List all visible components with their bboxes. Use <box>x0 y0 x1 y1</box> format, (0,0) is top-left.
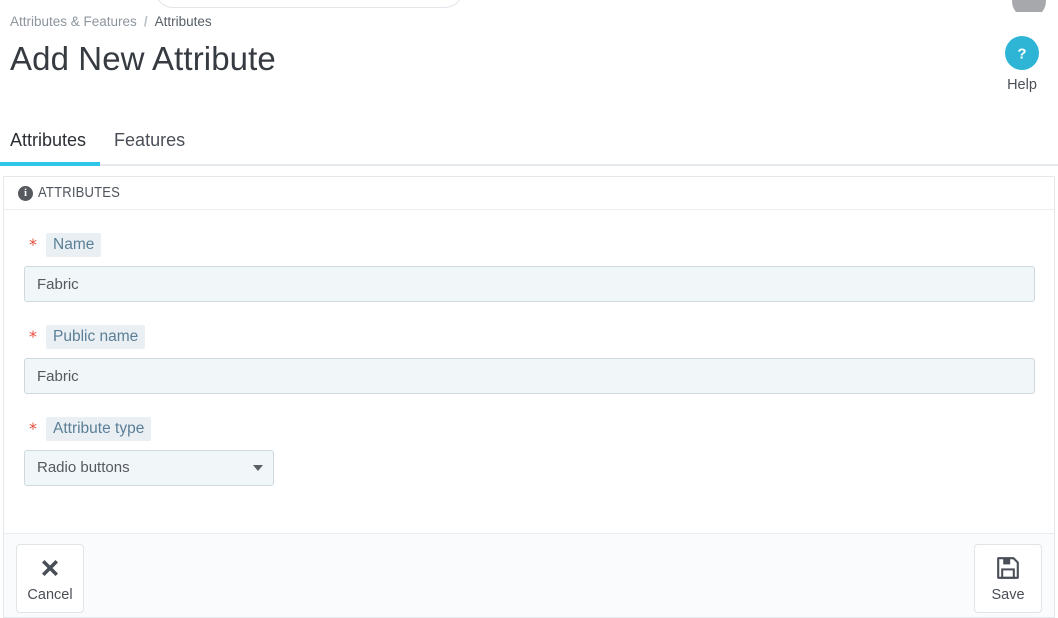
required-asterisk: * <box>29 419 37 438</box>
breadcrumb: Attributes & Features / Attributes <box>10 12 1048 32</box>
save-button[interactable]: Save <box>974 544 1042 613</box>
required-asterisk: * <box>29 327 37 346</box>
label-name: Name <box>46 233 102 257</box>
save-label: Save <box>991 586 1025 603</box>
attributes-panel: i ATTRIBUTES * Name * Public name * Attr… <box>3 176 1055 533</box>
global-search-input[interactable] <box>155 0 463 8</box>
required-asterisk: * <box>29 235 37 254</box>
label-row-attribute-type: * Attribute type <box>24 417 1034 441</box>
breadcrumb-parent-link[interactable]: Attributes & Features <box>10 14 137 29</box>
close-x-icon <box>37 554 63 582</box>
form-group-attribute-type: * Attribute type Radio buttons <box>24 417 1034 486</box>
attribute-type-select[interactable]: Radio buttons <box>24 450 274 486</box>
public-name-input[interactable] <box>24 358 1035 394</box>
help-icon: ? <box>1005 36 1039 70</box>
panel-header: i ATTRIBUTES <box>4 177 1054 210</box>
panel-title: ATTRIBUTES <box>38 185 121 201</box>
tab-features[interactable]: Features <box>100 124 199 164</box>
tab-attributes[interactable]: Attributes <box>0 124 101 166</box>
help-label: Help <box>1007 77 1037 93</box>
help-button[interactable]: ? Help <box>994 36 1050 94</box>
name-input[interactable] <box>24 266 1035 302</box>
floppy-disk-icon <box>995 554 1021 582</box>
breadcrumb-separator: / <box>143 14 148 29</box>
breadcrumb-current: Attributes <box>154 14 212 29</box>
label-public-name: Public name <box>46 325 146 349</box>
tab-bar: Attributes Features <box>0 124 1058 166</box>
svg-text:?: ? <box>1017 46 1026 63</box>
label-attribute-type: Attribute type <box>46 417 152 441</box>
avatar[interactable] <box>1012 0 1046 12</box>
form-group-public-name: * Public name <box>24 325 1035 394</box>
form-footer: Cancel Save <box>3 533 1055 618</box>
page-title: Add New Attribute <box>10 40 276 77</box>
cancel-label: Cancel <box>27 586 73 603</box>
info-icon: i <box>18 185 33 201</box>
label-row-name: * Name <box>24 233 1034 257</box>
page-header: Attributes & Features / Attributes Add New… <box>0 12 1058 80</box>
label-row-public-name: * Public name <box>24 325 1034 349</box>
panel-body: * Name * Public name * Attribute type Ra… <box>4 210 1054 520</box>
top-chrome-strip <box>0 0 1058 12</box>
cancel-button[interactable]: Cancel <box>16 544 84 613</box>
form-group-name: * Name <box>24 233 1035 302</box>
attribute-type-select-wrap: Radio buttons <box>24 450 274 486</box>
